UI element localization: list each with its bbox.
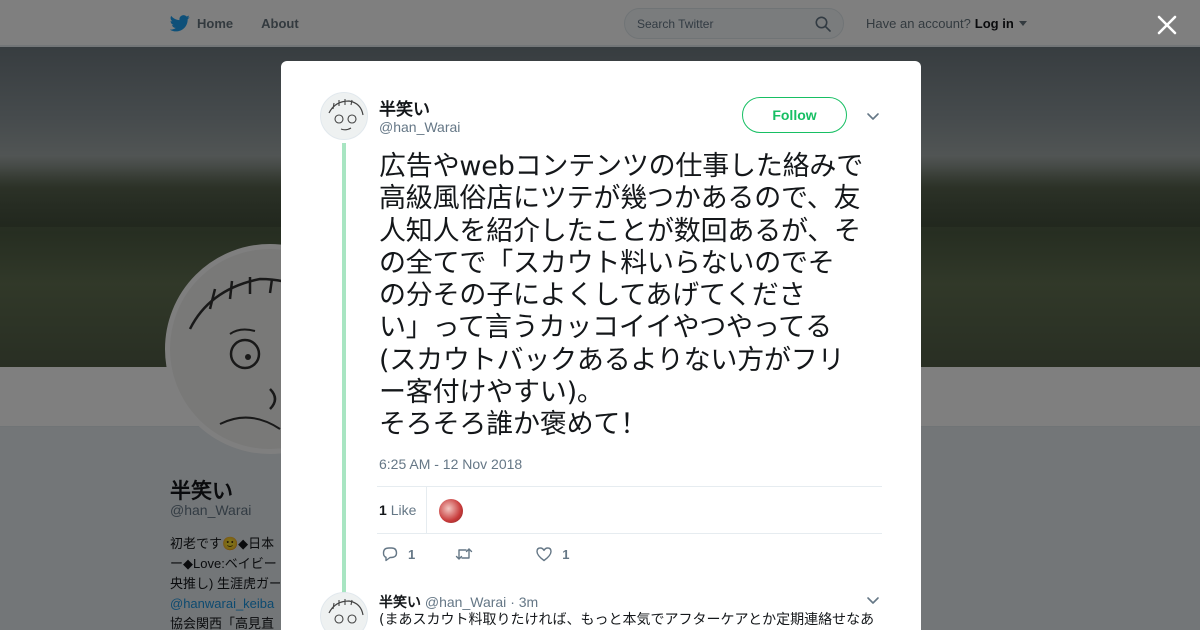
tweet-stats: 1 Like	[377, 486, 882, 534]
tweet-text-line: (スカウトバックあるよりない方がフリ	[379, 344, 845, 376]
tweet-timestamp[interactable]: 6:25 AM - 12 Nov 2018	[379, 456, 522, 472]
tweet-text-line: ー客付けやすい)。	[379, 377, 604, 409]
tweet-text-line: そろそろ誰か褒めて！	[379, 409, 647, 441]
reply-author-name[interactable]: 半笑い	[379, 594, 421, 610]
reply-header: 半笑い @han_Warai · 3m	[379, 592, 538, 612]
retweet-icon[interactable]	[455, 545, 473, 563]
avatar-face-icon	[328, 99, 364, 131]
tweet-text-line: の全てで「スカウト料いらないのでそ	[379, 247, 835, 279]
tweet-text-line: 人知人を紹介したことが数回あるが、そ	[379, 215, 861, 247]
tweet-actions: 1 1	[381, 544, 569, 564]
reply-action[interactable]: 1	[381, 545, 415, 563]
tweet-text-line: い」って言うカッコイイやつやってる	[379, 312, 832, 344]
tweet-modal: 半笑い @han_Warai Follow 広告やwebコンテンツの仕事した絡み…	[281, 61, 921, 630]
follow-button[interactable]: Follow	[742, 97, 847, 133]
liker-avatar[interactable]	[439, 499, 463, 523]
likes-label: Like	[390, 502, 417, 518]
author-handle[interactable]: @han_Warai	[379, 119, 460, 135]
avatar-face-icon	[328, 599, 364, 624]
close-icon[interactable]	[1154, 12, 1180, 38]
retweet-action[interactable]	[455, 545, 473, 563]
reply-icon[interactable]	[381, 545, 399, 563]
like-action[interactable]: 1	[535, 545, 569, 563]
likes-count: 1	[379, 502, 387, 518]
likes-stat[interactable]: 1 Like	[379, 502, 416, 518]
reply-count: 1	[408, 546, 416, 562]
reply-text: (まあスカウト料取りたければ、もっと本気でアフターケアとか定期連絡せなあ	[379, 612, 875, 628]
tweet-text-line: 高級風俗店にツテが幾つかあるので、友	[379, 183, 861, 215]
chevron-down-icon[interactable]	[866, 593, 880, 607]
thread-line	[342, 143, 346, 593]
tweet-text: 広告やwebコンテンツの仕事した絡みで 高級風俗店にツテが幾つかあるので、友 人…	[379, 151, 889, 442]
tweet-text-line: 広告やwebコンテンツの仕事した絡みで	[379, 151, 864, 182]
reply-time[interactable]: · 3m	[510, 594, 538, 610]
heart-icon[interactable]	[535, 545, 553, 563]
reply-author-handle[interactable]: @han_Warai	[425, 594, 506, 610]
reply-author-avatar[interactable]	[320, 592, 368, 630]
stats-divider	[426, 487, 427, 534]
chevron-down-icon[interactable]	[866, 109, 880, 123]
like-count: 1	[562, 546, 570, 562]
author-name[interactable]: 半笑い	[379, 95, 430, 120]
tweet-text-line: の分その子によくしてあげてくださ	[379, 280, 806, 312]
author-avatar[interactable]	[320, 92, 368, 140]
